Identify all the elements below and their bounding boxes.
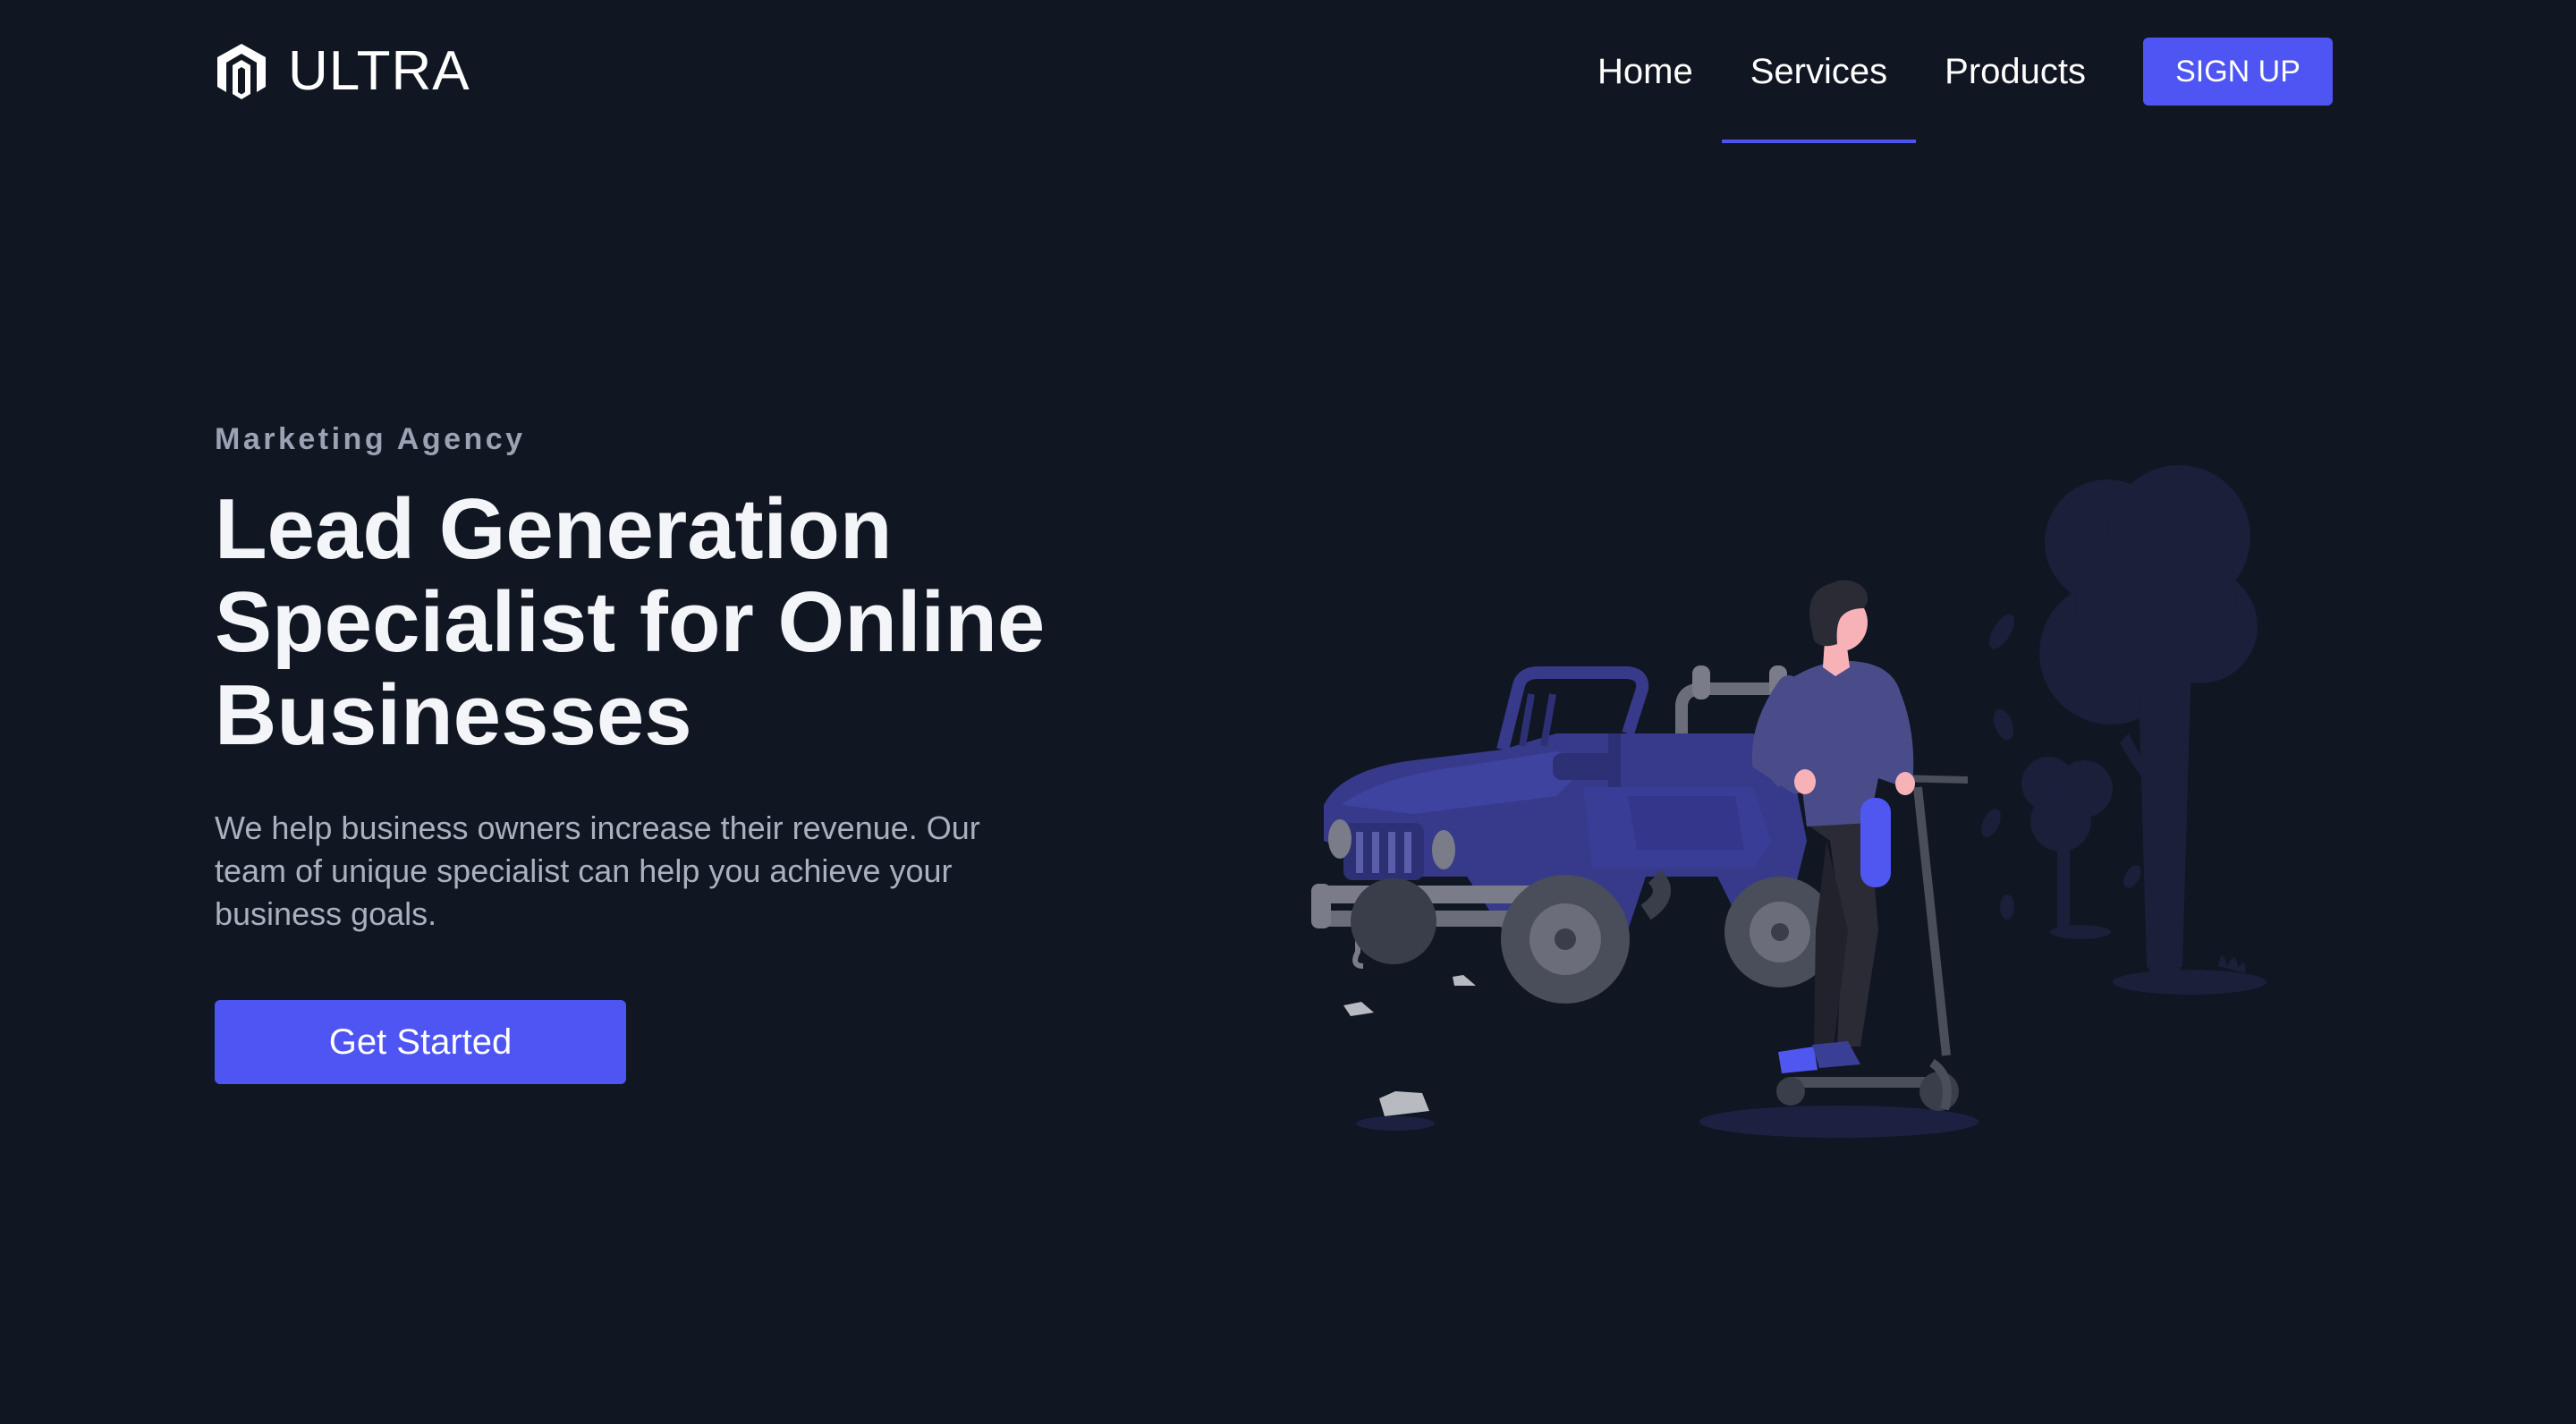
site-header: ULTRA Home Services Products SIGN UP bbox=[215, 0, 2333, 145]
nav-item-products[interactable]: Products bbox=[1916, 0, 2114, 141]
hero-subtext: We help business owners increase their r… bbox=[215, 809, 980, 932]
person-on-scooter-with-jeep-illustration bbox=[1288, 465, 2343, 1145]
hero-eyebrow: Marketing Agency bbox=[215, 422, 526, 456]
get-started-button[interactable]: Get Started bbox=[215, 1000, 626, 1084]
tree-illustration bbox=[1981, 465, 2267, 995]
signup-button[interactable]: SIGN UP bbox=[2143, 38, 2333, 106]
nav-item-label: Home bbox=[1597, 52, 1693, 91]
main-nav: Home Services Products SIGN UP bbox=[1569, 0, 2333, 145]
logo-text: ULTRA bbox=[288, 40, 470, 102]
hero-headline: Lead Generation Specialist for Online Bu… bbox=[215, 481, 1046, 763]
nav-item-home[interactable]: Home bbox=[1569, 0, 1722, 141]
nav-item-services[interactable]: Services bbox=[1721, 0, 1917, 143]
logo[interactable]: ULTRA bbox=[215, 41, 470, 102]
nav-item-label: Products bbox=[1945, 52, 2086, 91]
nav-item-label: Services bbox=[1750, 52, 1888, 91]
landing-page: ULTRA Home Services Products SIGN UP Mar… bbox=[0, 0, 2576, 1424]
jeep-illustration bbox=[1311, 665, 1835, 1004]
hexagon-m-logo-icon bbox=[215, 42, 268, 101]
